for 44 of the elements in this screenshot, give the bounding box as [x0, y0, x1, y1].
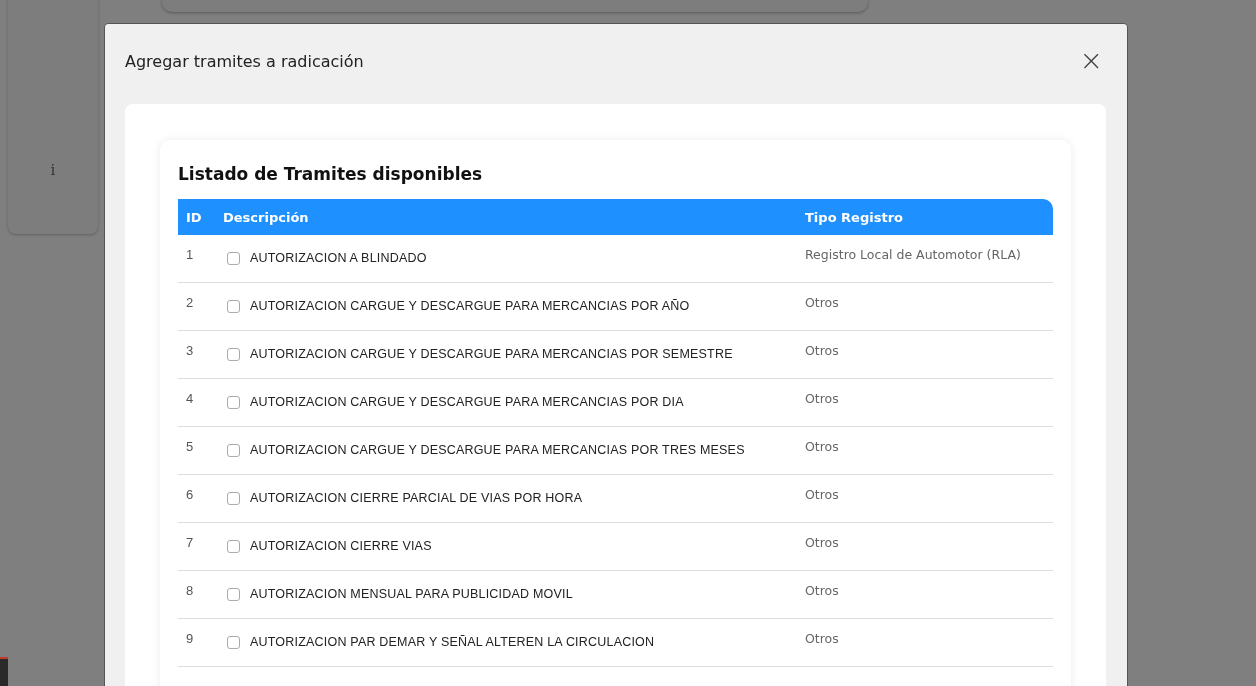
checkbox[interactable]	[227, 443, 240, 457]
table-cell: AUTORIZACION MENSUAL PARA PUBLICIDAD MOVIL	[250, 587, 573, 601]
table-cell: AUTORIZACION CARGUE Y DESCARGUE PARA MERCANCIAS POR AÑO	[250, 299, 690, 313]
table-cell: AUTORIZACION CIERRE PARCIAL DE VIAS POR HORA	[250, 491, 583, 505]
table-cell-text: 4	[185, 390, 195, 406]
dialog-title: Agregar tramites a radicación	[125, 51, 364, 71]
table-cell-text: Otros	[804, 438, 840, 454]
table-cell: AUTORIZACION CIERRE VIAS	[250, 539, 432, 553]
table-cell-text: 8	[185, 582, 195, 598]
table-cell-text: 2	[185, 294, 195, 310]
info-text: i	[50, 163, 56, 178]
checkbox[interactable]	[227, 299, 240, 313]
panel-edge	[0, 657, 8, 686]
table-cell-text: 1	[185, 246, 195, 262]
table-cell-text: 5	[185, 438, 195, 454]
table-cell-text: Otros	[804, 630, 840, 646]
checkbox[interactable]	[227, 587, 240, 601]
checkbox[interactable]	[227, 539, 240, 553]
table-cell-text: Otros	[804, 534, 840, 550]
table-cell-text: 6	[185, 486, 195, 502]
table-cell: AUTORIZACION CARGUE Y DESCARGUE PARA MERCANCIAS POR SEMESTRE	[250, 347, 733, 361]
table-cell-text: 3	[185, 342, 195, 358]
close-button[interactable]: ×	[1075, 47, 1107, 75]
checkbox[interactable]	[227, 635, 240, 649]
table-cell-text: Otros	[804, 582, 840, 598]
checkbox[interactable]	[227, 395, 240, 409]
table-cell-text: 7	[185, 534, 195, 550]
table-cell-text: 9	[185, 630, 195, 646]
column-header: ID	[185, 209, 203, 225]
checkbox[interactable]	[227, 491, 240, 505]
table-cell: AUTORIZACION PAR DEMAR Y SEÑAL ALTEREN LA CIRCULACION	[250, 635, 655, 649]
column-header: Descripción	[223, 209, 310, 225]
card-title: Listado de Tramites disponibles	[178, 164, 484, 184]
table-cell-text: Otros	[804, 390, 840, 406]
checkbox[interactable]	[227, 347, 240, 361]
table-cell-text: Registro Local de Automotor (RLA)	[804, 246, 1022, 262]
table-cell: AUTORIZACION A BLINDADO	[250, 251, 427, 265]
table-cell-text: Otros	[804, 486, 840, 502]
table-cell-text: Otros	[804, 294, 840, 310]
column-header: Tipo Registro	[804, 209, 904, 225]
table-cell: AUTORIZACION CARGUE Y DESCARGUE PARA MERCANCIAS POR DIA	[250, 395, 684, 409]
table-cell-text: Otros	[804, 342, 840, 358]
table-cell: AUTORIZACION CARGUE Y DESCARGUE PARA MERCANCIAS POR TRES MESES	[250, 443, 745, 457]
checkbox[interactable]	[227, 251, 240, 265]
